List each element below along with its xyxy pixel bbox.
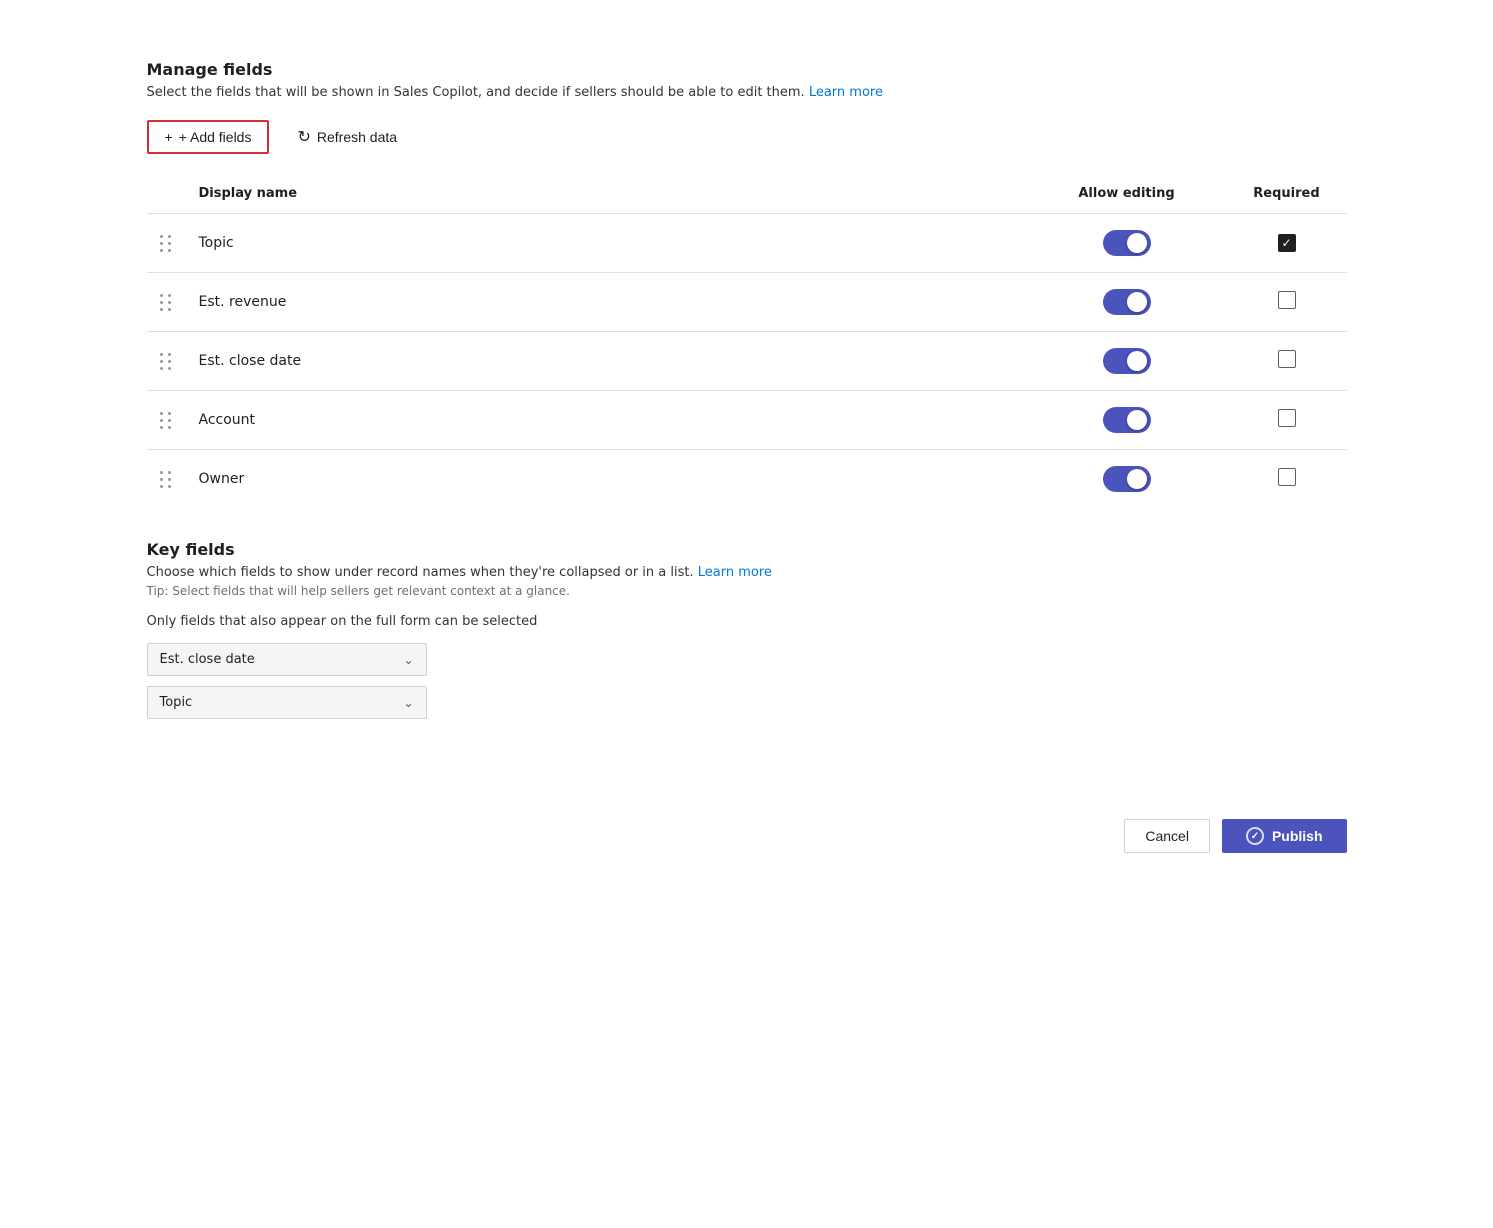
chevron-down-icon: ⌄ bbox=[403, 696, 413, 710]
refresh-label: Refresh data bbox=[317, 129, 397, 145]
key-fields-dropdowns: Est. close date ⌄ Topic ⌄ bbox=[147, 643, 1347, 719]
plus-icon: + bbox=[165, 129, 173, 145]
allow-editing-cell bbox=[1027, 391, 1227, 450]
dropdown-value: Est. close date bbox=[160, 652, 255, 667]
key-fields-section: Key fields Choose which fields to show u… bbox=[147, 540, 1347, 719]
display-name-header: Display name bbox=[187, 178, 1027, 214]
toggle-slider bbox=[1103, 466, 1151, 492]
manage-fields-learn-more-link[interactable]: Learn more bbox=[809, 85, 883, 100]
field-name: Est. revenue bbox=[199, 294, 287, 310]
add-fields-label: + Add fields bbox=[179, 129, 252, 145]
field-name-cell: Est. revenue bbox=[187, 273, 1027, 332]
publish-button[interactable]: ✓ Publish bbox=[1222, 819, 1347, 853]
required-checkbox[interactable] bbox=[1278, 350, 1296, 368]
toggle-slider bbox=[1103, 407, 1151, 433]
allow-editing-toggle[interactable] bbox=[1103, 289, 1151, 315]
allow-editing-toggle[interactable] bbox=[1103, 348, 1151, 374]
key-fields-restriction: Only fields that also appear on the full… bbox=[147, 614, 1347, 629]
fields-table: Display name Allow editing Required Topi… bbox=[147, 178, 1347, 508]
drag-handle[interactable] bbox=[159, 470, 173, 488]
dropdown-value: Topic bbox=[160, 695, 193, 710]
refresh-data-button[interactable]: ↻ Refresh data bbox=[285, 120, 409, 154]
required-cell: ✓ bbox=[1227, 214, 1347, 273]
required-checkbox[interactable] bbox=[1278, 291, 1296, 309]
allow-editing-toggle[interactable] bbox=[1103, 407, 1151, 433]
allow-editing-header: Allow editing bbox=[1027, 178, 1227, 214]
allow-editing-cell bbox=[1027, 273, 1227, 332]
chevron-down-icon: ⌄ bbox=[403, 653, 413, 667]
drag-handle[interactable] bbox=[159, 411, 173, 429]
drag-col-header bbox=[147, 178, 187, 214]
allow-editing-cell bbox=[1027, 332, 1227, 391]
required-cell bbox=[1227, 391, 1347, 450]
drag-handle[interactable] bbox=[159, 293, 173, 311]
publish-label: Publish bbox=[1272, 828, 1323, 844]
drag-handle[interactable] bbox=[159, 352, 173, 370]
manage-fields-section: Manage fields Select the fields that wil… bbox=[147, 60, 1347, 100]
required-checkbox[interactable] bbox=[1278, 409, 1296, 427]
required-cell bbox=[1227, 273, 1347, 332]
allow-editing-toggle[interactable] bbox=[1103, 466, 1151, 492]
key-field-dropdown[interactable]: Est. close date ⌄ bbox=[147, 643, 427, 676]
toolbar: + + Add fields ↻ Refresh data bbox=[147, 120, 1347, 154]
table-row: Est. revenue bbox=[147, 273, 1347, 332]
field-name-cell: Topic bbox=[187, 214, 1027, 273]
table-row: Owner bbox=[147, 450, 1347, 509]
allow-editing-cell bbox=[1027, 214, 1227, 273]
key-fields-tip: Tip: Select fields that will help seller… bbox=[147, 584, 1347, 598]
key-field-dropdown[interactable]: Topic ⌄ bbox=[147, 686, 427, 719]
field-name-cell: Owner bbox=[187, 450, 1027, 509]
field-name: Account bbox=[199, 412, 256, 428]
toggle-slider bbox=[1103, 348, 1151, 374]
field-name: Owner bbox=[199, 471, 245, 487]
required-cell bbox=[1227, 332, 1347, 391]
page-container: Manage fields Select the fields that wil… bbox=[147, 40, 1347, 873]
toggle-slider bbox=[1103, 289, 1151, 315]
allow-editing-toggle[interactable] bbox=[1103, 230, 1151, 256]
field-name: Est. close date bbox=[199, 353, 302, 369]
cancel-button[interactable]: Cancel bbox=[1124, 819, 1210, 853]
field-name: Topic bbox=[199, 235, 234, 251]
field-name-cell: Est. close date bbox=[187, 332, 1027, 391]
manage-fields-desc: Select the fields that will be shown in … bbox=[147, 85, 1347, 100]
table-row: Topic ✓ bbox=[147, 214, 1347, 273]
required-checkbox[interactable] bbox=[1278, 468, 1296, 486]
required-header: Required bbox=[1227, 178, 1347, 214]
required-checkbox[interactable]: ✓ bbox=[1278, 234, 1296, 252]
refresh-icon: ↻ bbox=[297, 127, 310, 147]
required-cell bbox=[1227, 450, 1347, 509]
add-fields-button[interactable]: + + Add fields bbox=[147, 120, 270, 154]
field-name-cell: Account bbox=[187, 391, 1027, 450]
table-row: Est. close date bbox=[147, 332, 1347, 391]
key-fields-title: Key fields bbox=[147, 540, 1347, 559]
key-fields-desc: Choose which fields to show under record… bbox=[147, 565, 1347, 580]
allow-editing-cell bbox=[1027, 450, 1227, 509]
drag-handle[interactable] bbox=[159, 234, 173, 252]
table-header-row: Display name Allow editing Required bbox=[147, 178, 1347, 214]
key-fields-learn-more-link[interactable]: Learn more bbox=[698, 565, 772, 580]
table-row: Account bbox=[147, 391, 1347, 450]
footer-actions: Cancel ✓ Publish bbox=[147, 799, 1347, 853]
toggle-slider bbox=[1103, 230, 1151, 256]
manage-fields-title: Manage fields bbox=[147, 60, 1347, 79]
publish-checkmark-icon: ✓ bbox=[1246, 827, 1264, 845]
